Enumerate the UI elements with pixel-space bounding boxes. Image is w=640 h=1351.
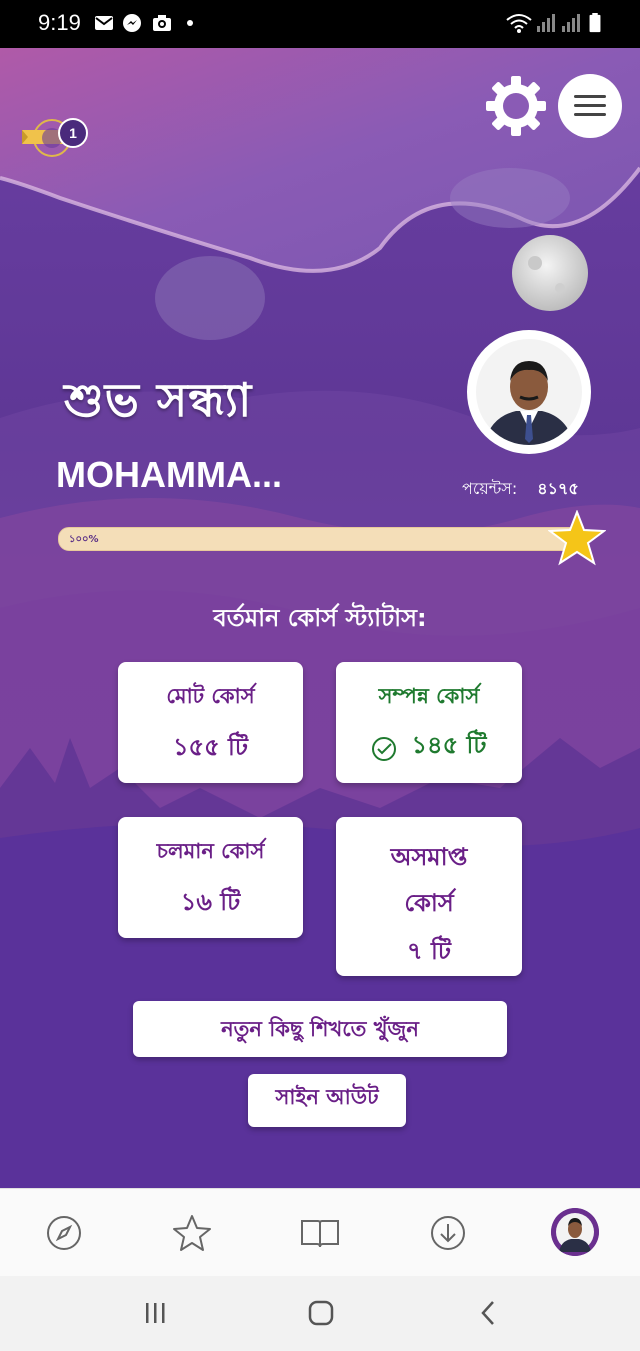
settings-gear-icon[interactable] xyxy=(484,74,548,138)
level-badge[interactable]: 1 xyxy=(22,118,88,162)
profile-avatar[interactable] xyxy=(467,330,591,454)
hamburger-line xyxy=(574,104,606,107)
course-status-title: বর্তমান কোর্স স্ট্যাটাস: xyxy=(213,604,427,632)
find-new-courses-button[interactable]: নতুন কিছু শিখতে খুঁজুন xyxy=(133,1001,507,1057)
back-icon[interactable] xyxy=(474,1298,504,1328)
profile-nav-avatar[interactable] xyxy=(551,1208,599,1256)
profile-photo xyxy=(476,339,582,445)
greeting-text: শুভ সন্ধ্যা xyxy=(64,373,253,427)
ongoing-courses-card[interactable]: চলমান কোর্স ১৬ টি xyxy=(118,817,303,938)
card-title: চলমান কোর্স xyxy=(156,838,265,863)
home-icon[interactable] xyxy=(305,1298,337,1328)
progress-bar: ১০০% xyxy=(58,527,582,551)
mail-icon xyxy=(95,16,113,30)
user-name: MOHAMMA... xyxy=(56,454,282,495)
recent-apps-icon[interactable] xyxy=(140,1300,172,1326)
wifi-icon xyxy=(506,14,532,33)
card-title: সম্পন্ন কোর্স xyxy=(378,683,480,708)
battery-icon xyxy=(589,13,601,33)
card-title: মোট কোর্স xyxy=(166,683,255,708)
compass-icon[interactable] xyxy=(40,1209,88,1257)
star-icon xyxy=(548,510,606,566)
check-circle-icon xyxy=(372,736,397,761)
home-screen: 1 শুভ সন্ধ্যা MOHAMMA... পয়েন্টস: ৪১৭৫ … xyxy=(0,48,640,1188)
profile-photo-small xyxy=(551,1208,599,1256)
status-time: 9:19 xyxy=(38,10,81,35)
card-value: ১৬ টি xyxy=(180,887,241,916)
hamburger-line xyxy=(574,95,606,98)
card-value: ৭ টি xyxy=(407,936,451,965)
completed-courses-card[interactable]: সম্পন্ন কোর্স ১৪৫ টি xyxy=(336,662,522,783)
signal-icon xyxy=(537,14,555,32)
points-label: পয়েন্টস: xyxy=(462,479,518,498)
status-bar: 9:19 xyxy=(0,0,640,48)
card-title: অসমাপ্ত xyxy=(390,842,468,871)
download-icon[interactable] xyxy=(424,1209,472,1257)
messenger-icon xyxy=(123,14,141,32)
signal-icon-2 xyxy=(562,14,580,32)
total-courses-card[interactable]: মোট কোর্স ১৫৫ টি xyxy=(118,662,303,783)
progress-fill xyxy=(59,528,581,550)
camera-icon xyxy=(153,15,171,31)
card-value: ১৪৫ টি xyxy=(411,730,487,759)
dot-icon xyxy=(187,20,193,26)
card-value: ১৫৫ টি xyxy=(172,732,249,761)
progress-label: ১০০% xyxy=(69,534,99,545)
incomplete-courses-card[interactable]: অসমাপ্ত কোর্স ৭ টি xyxy=(336,817,522,976)
points-value: ৪১৭৫ xyxy=(537,479,579,498)
bottom-navigation xyxy=(0,1188,640,1277)
sign-out-button[interactable]: সাইন আউট xyxy=(248,1074,406,1127)
badge-count: 1 xyxy=(58,118,88,148)
menu-button[interactable] xyxy=(558,74,622,138)
hamburger-line xyxy=(574,113,606,116)
book-icon[interactable] xyxy=(296,1209,344,1257)
card-title-line2: কোর্স xyxy=(404,888,454,917)
system-navigation-bar xyxy=(0,1276,640,1351)
points-display: পয়েন্টস: ৪১৭৫ xyxy=(462,476,579,503)
star-outline-icon[interactable] xyxy=(168,1209,216,1257)
